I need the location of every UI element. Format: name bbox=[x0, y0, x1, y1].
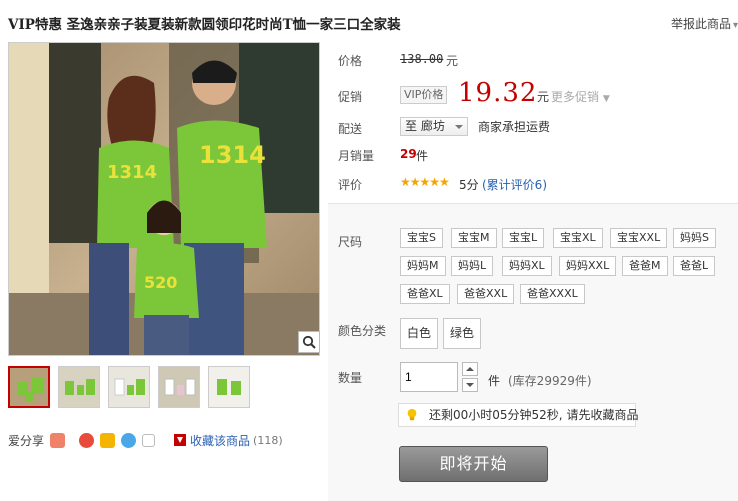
chevron-down-icon[interactable] bbox=[142, 433, 156, 447]
thumbnail[interactable] bbox=[108, 366, 150, 408]
more-promotions-label: 更多促销 bbox=[551, 90, 600, 104]
coming-soon-button[interactable]: 即将开始 bbox=[399, 446, 548, 482]
favorite-link[interactable]: 收藏该商品 (118) bbox=[173, 432, 283, 449]
main-product-image[interactable]: 1314 520 1314 bbox=[8, 42, 320, 356]
original-price: 138.00 bbox=[400, 52, 444, 66]
countdown-text: 还剩00小时05分钟52秒, 请先收藏商品 bbox=[429, 408, 639, 422]
promo-price-unit: 元 bbox=[537, 90, 550, 104]
quantity-increase-button[interactable] bbox=[462, 362, 478, 376]
shirt-print-mom: 1314 bbox=[107, 162, 157, 183]
shirt-print-child: 520 bbox=[144, 273, 177, 292]
quantity-decrease-button[interactable] bbox=[462, 378, 478, 392]
monthly-sales-label: 月销量 bbox=[338, 149, 375, 163]
report-label: 举报此商品 bbox=[670, 17, 731, 31]
report-product-link[interactable]: 举报此商品 ▾ bbox=[671, 15, 738, 32]
thumbnail[interactable] bbox=[8, 366, 50, 408]
countdown-notice: 还剩00小时05分钟52秒, 请先收藏商品 bbox=[398, 403, 639, 427]
size-option[interactable]: 宝宝L bbox=[502, 228, 545, 248]
shirt-print-dad: 1314 bbox=[199, 141, 266, 169]
title-row: VIP特惠 圣逸亲亲子装夏装新款圆领印花时尚T恤一家三口全家装 举报此商品 ▾ bbox=[8, 13, 738, 33]
thumbnail-image bbox=[59, 367, 99, 407]
share-label: 爱分享 bbox=[8, 433, 45, 448]
shipping-note: 商家承担运费 bbox=[478, 120, 551, 134]
favorite-count: (118) bbox=[253, 433, 283, 447]
size-option[interactable]: 宝宝XXL bbox=[610, 228, 668, 248]
size-option[interactable]: 宝宝S bbox=[400, 228, 443, 248]
size-option[interactable]: 妈妈S bbox=[673, 228, 716, 248]
size-option[interactable]: 宝宝M bbox=[451, 228, 497, 248]
monthly-sales-unit: 件 bbox=[416, 149, 429, 163]
magnifier-icon bbox=[302, 335, 316, 349]
size-option[interactable]: 妈妈L bbox=[451, 256, 494, 276]
rating-stars: ★★★★★ bbox=[400, 175, 450, 189]
thumbnail[interactable] bbox=[158, 366, 200, 408]
stock-count: (库存29929件) bbox=[508, 374, 592, 388]
vip-price-tag: VIP价格 bbox=[400, 86, 448, 104]
shipping-destination-select[interactable]: 至 廊坊 bbox=[400, 117, 468, 136]
color-option-white[interactable]: 白色 bbox=[400, 318, 439, 349]
size-option[interactable]: 爸爸XXL bbox=[457, 284, 515, 304]
favorite-label: 收藏该商品 bbox=[190, 433, 251, 448]
rating-label: 评价 bbox=[338, 178, 363, 192]
quantity-label: 数量 bbox=[338, 371, 363, 385]
price-label: 价格 bbox=[338, 54, 363, 68]
thumbnail-image bbox=[10, 368, 48, 406]
quantity-input[interactable] bbox=[400, 362, 458, 392]
shipping-label: 配送 bbox=[338, 122, 363, 136]
shipping-destination-value: 至 廊坊 bbox=[405, 119, 445, 133]
size-label: 尺码 bbox=[338, 235, 363, 249]
chevron-down-icon: ▾ bbox=[732, 20, 738, 31]
promo-price: 19.32 bbox=[458, 78, 538, 108]
product-title: VIP特惠 圣逸亲亲子装夏装新款圆领印花时尚T恤一家三口全家装 bbox=[8, 17, 401, 33]
arrow-up-icon bbox=[466, 367, 474, 371]
caret-down-icon bbox=[455, 125, 463, 129]
color-label: 颜色分类 bbox=[338, 324, 387, 338]
share-social-icon[interactable] bbox=[50, 432, 66, 448]
thumbnail[interactable] bbox=[58, 366, 100, 408]
size-option[interactable]: 妈妈XXL bbox=[559, 256, 617, 276]
caret-down-icon: ▼ bbox=[602, 94, 610, 104]
arrow-down-icon bbox=[466, 383, 474, 387]
share-row: 爱分享 收藏该商品 (118) bbox=[8, 432, 283, 448]
size-option[interactable]: 妈妈M bbox=[400, 256, 446, 276]
thumbnail-image bbox=[159, 367, 199, 407]
lightbulb-icon bbox=[407, 408, 417, 421]
qzone-star-icon[interactable] bbox=[100, 432, 116, 448]
thumbnail[interactable] bbox=[208, 366, 250, 408]
share-bubble-icon[interactable] bbox=[121, 432, 137, 448]
size-option[interactable]: 妈妈XL bbox=[502, 256, 552, 276]
promo-label: 促销 bbox=[338, 90, 363, 104]
size-option[interactable]: 爸爸XXXL bbox=[520, 284, 585, 304]
zoom-button[interactable] bbox=[298, 331, 320, 353]
thumbnail-image bbox=[209, 367, 249, 407]
thumbnail-image bbox=[109, 367, 149, 407]
weibo-icon[interactable] bbox=[79, 432, 95, 448]
monthly-sales-count: 29 bbox=[400, 147, 417, 161]
review-count-link[interactable]: (累计评价6) bbox=[482, 176, 547, 193]
size-option[interactable]: 爸爸M bbox=[622, 256, 668, 276]
family-photo-image: 1314 520 1314 bbox=[9, 43, 319, 355]
size-option[interactable]: 爸爸L bbox=[673, 256, 716, 276]
more-promotions-link[interactable]: 更多促销 ▼ bbox=[551, 88, 610, 105]
size-option[interactable]: 爸爸XL bbox=[400, 284, 450, 304]
size-option[interactable]: 宝宝XL bbox=[553, 228, 603, 248]
rating-score: 5分 bbox=[459, 178, 479, 192]
quantity-unit: 件 bbox=[488, 374, 501, 388]
bookmark-icon bbox=[174, 434, 187, 446]
thumbnail-strip bbox=[8, 366, 258, 410]
original-price-unit: 元 bbox=[446, 54, 459, 68]
color-option-green[interactable]: 绿色 bbox=[443, 318, 482, 349]
